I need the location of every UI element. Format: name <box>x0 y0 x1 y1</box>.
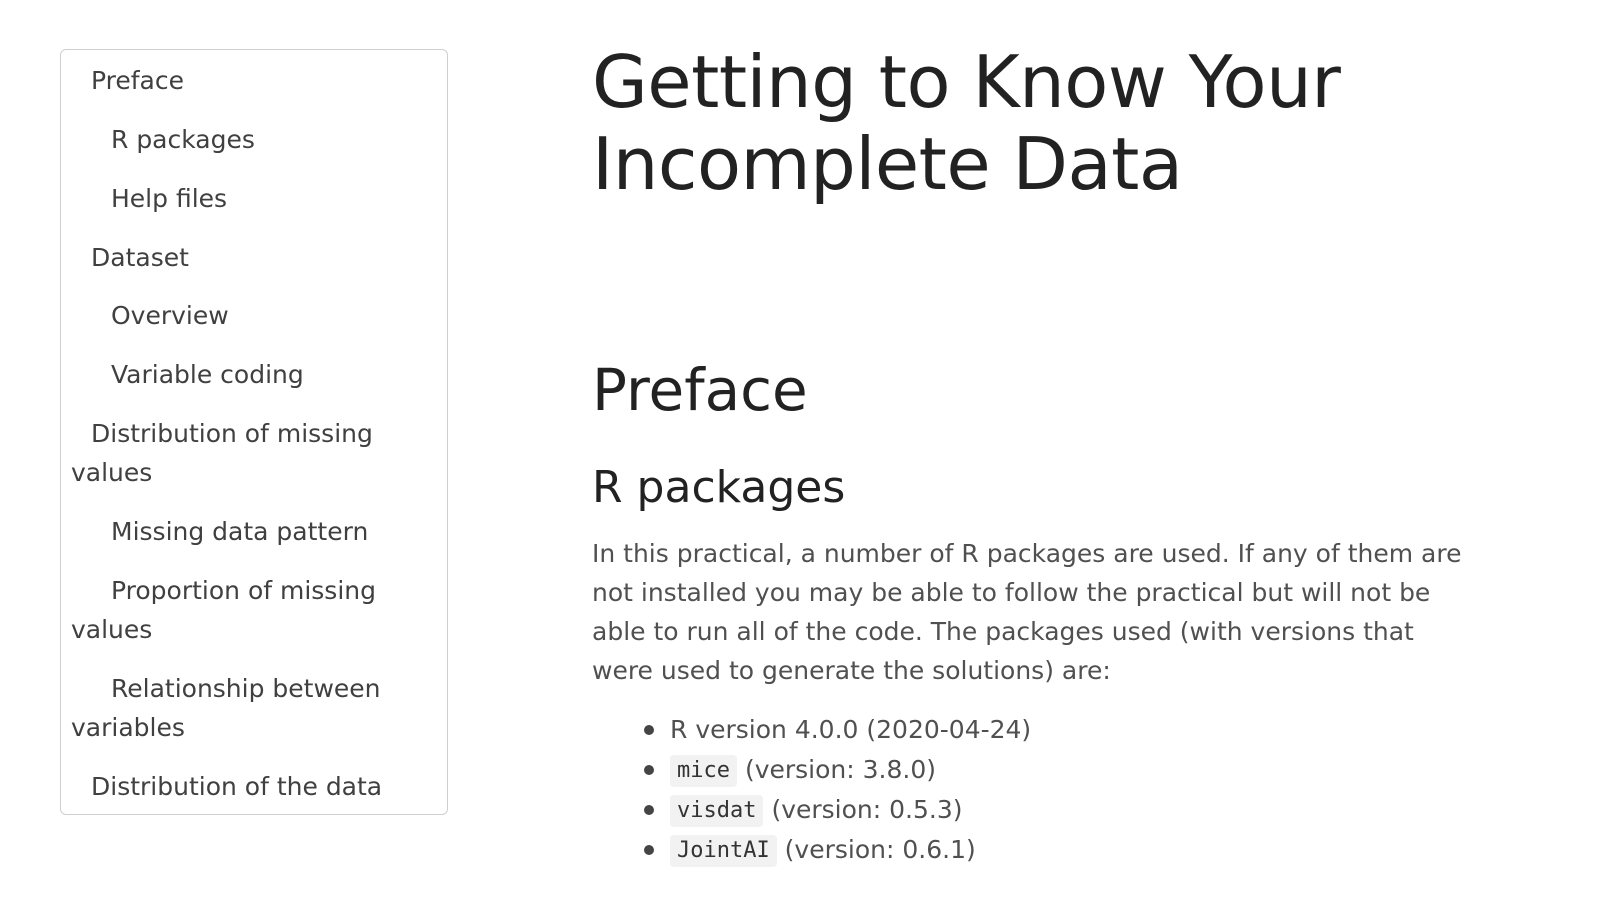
list-item: mice (version: 3.8.0) <box>592 750 1472 790</box>
toc-item-label: Distribution of the data <box>91 772 383 801</box>
toc-item-label: Overview <box>111 301 229 330</box>
package-text: (version: 0.5.3) <box>771 795 963 824</box>
list-item: R version 4.0.0 (2020-04-24) <box>592 710 1472 750</box>
toc-item-help-files[interactable]: Help files <box>71 179 427 218</box>
package-text: R version 4.0.0 (2020-04-24) <box>670 715 1032 744</box>
toc-item-label: Relationship between variables <box>71 674 381 742</box>
bullet-icon <box>644 805 654 815</box>
package-name-code: mice <box>670 755 737 787</box>
toc-item-overview[interactable]: Overview <box>71 296 427 335</box>
toc-item-label: Missing data pattern <box>111 517 369 546</box>
toc-item-proportion-of-missing-values[interactable]: Proportion of missing values <box>71 571 427 649</box>
page-title: Getting to Know Your Incomplete Data <box>592 40 1341 206</box>
toc-item-missing-data-pattern[interactable]: Missing data pattern <box>71 512 427 551</box>
toc-item-label: Variable coding <box>111 360 304 389</box>
toc-item-label: Distribution of missing values <box>71 419 373 487</box>
toc-item-relationship-between-variables[interactable]: Relationship between variables <box>71 669 427 747</box>
package-list: R version 4.0.0 (2020-04-24) mice (versi… <box>592 710 1472 870</box>
toc-item-r-packages[interactable]: R packages <box>71 120 427 159</box>
toc-item-label: Proportion of missing values <box>71 576 376 644</box>
toc-item-preface[interactable]: Preface <box>71 61 427 100</box>
toc-item-distribution-of-missing-values[interactable]: Distribution of missing values <box>71 414 427 492</box>
package-name-code: JointAI <box>670 835 777 867</box>
subsection-heading-r-packages: R packages <box>592 462 846 513</box>
bullet-icon <box>644 765 654 775</box>
bullet-icon <box>644 845 654 855</box>
package-text: (version: 3.8.0) <box>744 755 936 784</box>
table-of-contents: Preface R packages Help files Dataset Ov… <box>60 49 448 815</box>
section-heading-preface: Preface <box>592 356 808 424</box>
package-text: (version: 0.6.1) <box>784 835 976 864</box>
list-item: visdat (version: 0.5.3) <box>592 790 1472 830</box>
intro-paragraph: In this practical, a number of R package… <box>592 539 1462 685</box>
toc-item-label: Help files <box>111 184 228 213</box>
toc-item-dataset[interactable]: Dataset <box>71 238 427 277</box>
toc-item-distribution-of-the-data[interactable]: Distribution of the data <box>71 767 427 806</box>
toc-item-variable-coding[interactable]: Variable coding <box>71 355 427 394</box>
package-name-code: visdat <box>670 795 764 827</box>
list-item: JointAI (version: 0.6.1) <box>592 830 1472 870</box>
bullet-icon <box>644 725 654 735</box>
toc-item-label: R packages <box>111 125 255 154</box>
toc-item-label: Preface <box>91 66 184 95</box>
toc-item-label: Dataset <box>91 243 189 272</box>
